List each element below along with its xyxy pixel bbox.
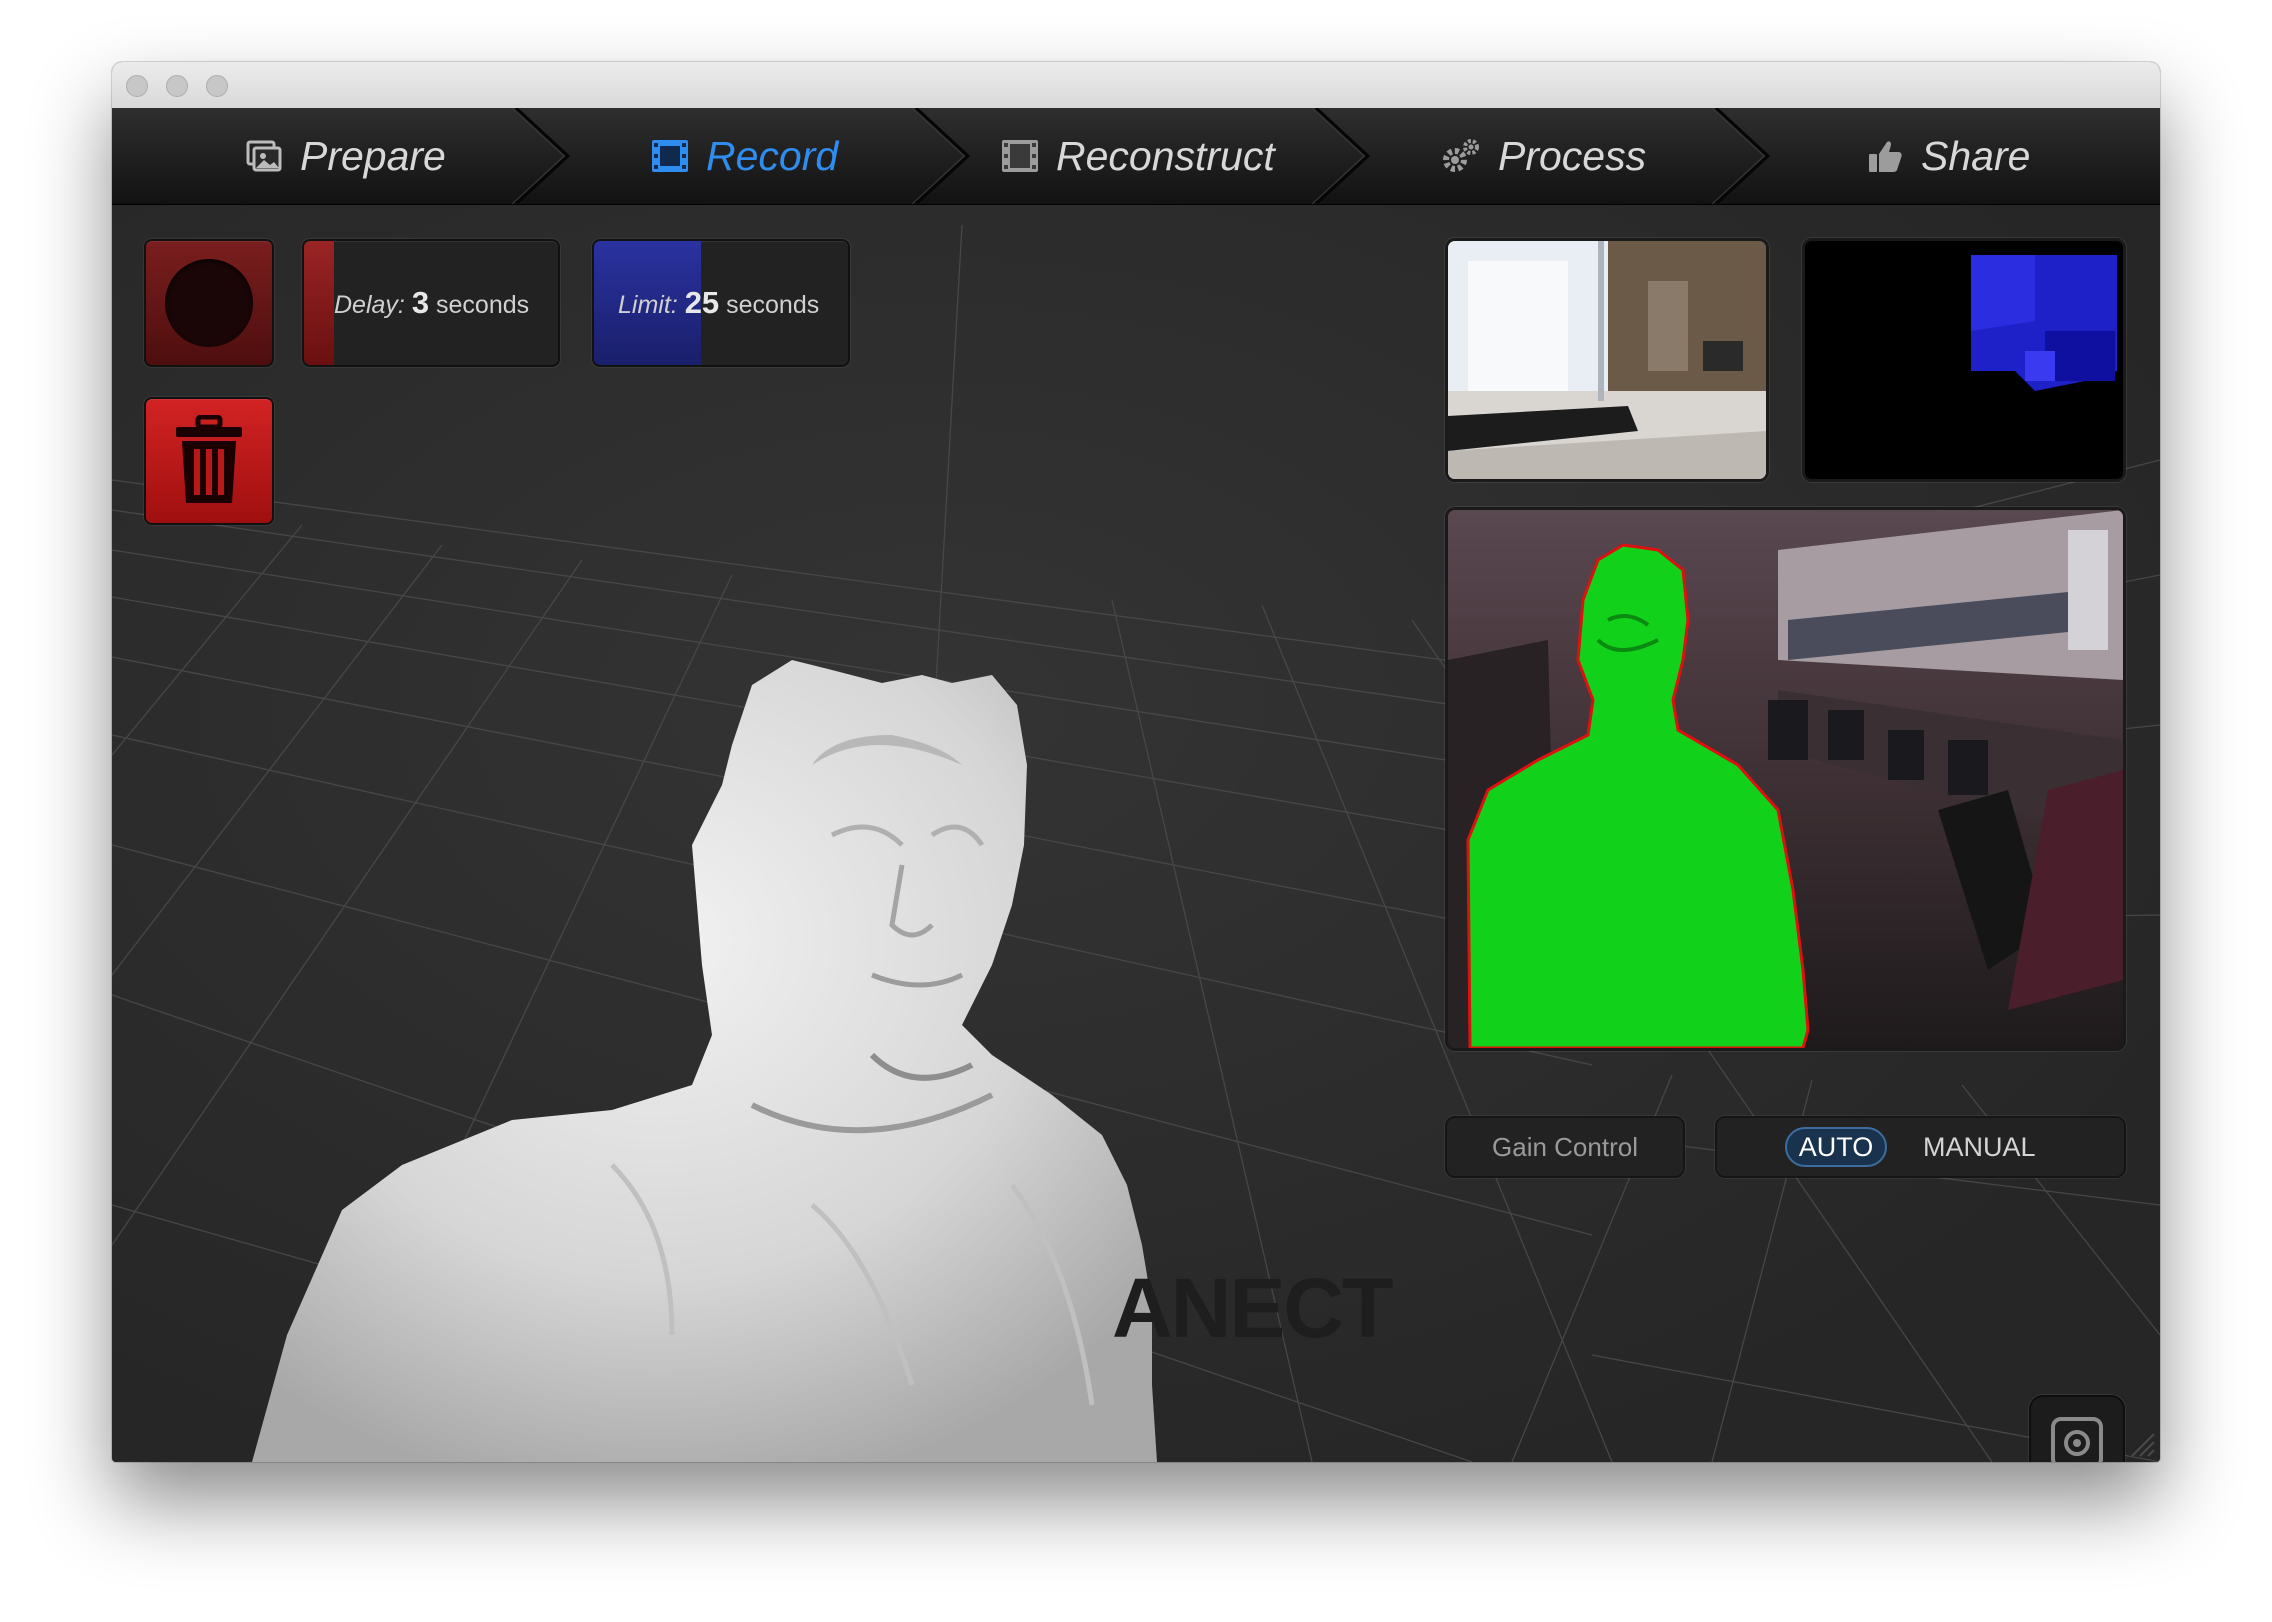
photos-icon (244, 136, 284, 176)
tab-separator (1312, 108, 1371, 204)
film-frame-icon (650, 136, 690, 176)
delay-slider[interactable]: Delay: 3 seconds (302, 239, 560, 367)
record-icon (165, 259, 253, 347)
delay-unit: seconds (436, 291, 530, 319)
trash-icon (176, 415, 242, 503)
gears-icon (1440, 136, 1482, 176)
tab-reconstruct[interactable]: Reconstruct (1000, 108, 1275, 204)
limit-value: 25 (684, 285, 720, 320)
film-strip-icon (1000, 136, 1040, 176)
tab-prepare[interactable]: Prepare (244, 108, 446, 204)
scan-viewport[interactable]: ANECT Delay: 3 seconds Limit: 25 seconds (112, 205, 2160, 1462)
tab-process[interactable]: Process (1440, 108, 1646, 204)
delay-label: Delay: (334, 291, 405, 319)
tab-record[interactable]: Record (650, 108, 838, 204)
scanned-mesh (252, 660, 1157, 1462)
limit-slider[interactable]: Limit: 25 seconds (592, 239, 850, 367)
tab-separator (1712, 108, 1771, 204)
tab-label: Prepare (300, 132, 446, 179)
minimize-button[interactable] (166, 75, 188, 97)
tab-separator (912, 108, 971, 204)
brand-watermark: ANECT (1112, 1261, 1393, 1355)
record-button[interactable] (144, 239, 274, 367)
thumbs-up-icon (1865, 136, 1905, 176)
tab-separator (512, 108, 571, 204)
delete-button[interactable] (144, 397, 274, 525)
delay-slider-fill (304, 241, 335, 365)
close-button[interactable] (126, 75, 148, 97)
tab-label: Record (706, 132, 839, 179)
gain-control-label: Gain Control (1445, 1116, 1685, 1178)
gain-manual-option[interactable]: MANUAL (1923, 1127, 2036, 1167)
camera-icon (2051, 1417, 2103, 1462)
color-camera-preview (1445, 238, 1769, 482)
delay-text: Delay: 3 seconds (334, 285, 529, 321)
gain-mode-toggle[interactable]: AUTO MANUAL (1715, 1116, 2126, 1178)
segmentation-preview (1445, 507, 2126, 1051)
app-window: Prepare Record Reconstruct Process Share (112, 62, 2160, 1462)
tab-share[interactable]: Share (1865, 108, 2030, 204)
limit-label: Limit: (618, 291, 678, 319)
tab-label: Process (1498, 132, 1647, 179)
title-bar (112, 62, 2160, 109)
snapshot-button[interactable] (2029, 1395, 2125, 1462)
limit-text: Limit: 25 seconds (618, 285, 819, 321)
limit-unit: seconds (726, 291, 820, 319)
tab-label: Reconstruct (1056, 132, 1275, 179)
gain-auto-option[interactable]: AUTO (1785, 1127, 1887, 1167)
workflow-tab-bar: Prepare Record Reconstruct Process Share (112, 108, 2160, 205)
zoom-button[interactable] (206, 75, 228, 97)
tab-label: Share (1921, 132, 2031, 179)
resize-grip[interactable] (2126, 1428, 2156, 1458)
delay-value: 3 (411, 285, 430, 320)
depth-camera-preview (1802, 238, 2126, 482)
